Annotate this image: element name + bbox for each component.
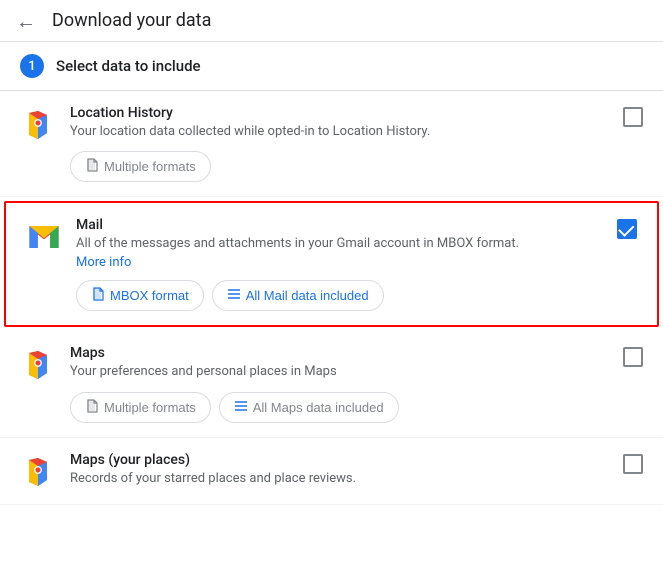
step-bar: 1 Select data to include xyxy=(0,42,663,91)
location-history-description: Your location data collected while opted… xyxy=(70,123,613,141)
maps-icon xyxy=(20,347,56,383)
maps-places-checkbox-area xyxy=(613,454,643,474)
mail-format-btn-0[interactable]: MBOX format xyxy=(76,280,204,311)
location-history-icon xyxy=(20,107,56,143)
location-history-btn-icon-0 xyxy=(85,158,99,175)
maps-format-btn-1[interactable]: All Maps data included xyxy=(219,392,399,423)
maps-btn-label-1: All Maps data included xyxy=(253,400,384,415)
location-history-format-buttons: Multiple formats xyxy=(70,151,613,182)
location-history-checkbox-area xyxy=(613,107,643,127)
mail-icon xyxy=(26,219,62,255)
maps-body: Maps Your preferences and personal places… xyxy=(70,345,613,422)
mail-btn-label-0: MBOX format xyxy=(110,288,189,303)
mail-btn-label-1: All Mail data included xyxy=(246,288,369,303)
data-item-location-history: Location History Your location data colle… xyxy=(0,91,663,197)
maps-checkbox[interactable] xyxy=(623,347,643,367)
maps-description: Your preferences and personal places in … xyxy=(70,363,613,381)
content: Location History Your location data colle… xyxy=(0,91,663,505)
header: ← Download your data xyxy=(0,0,663,42)
mail-btn-icon-0 xyxy=(91,287,105,304)
maps-format-buttons: Multiple formats All Maps data included xyxy=(70,392,613,423)
mail-more-info-link[interactable]: More info xyxy=(76,255,131,270)
step-number: 1 xyxy=(20,54,44,78)
mail-description: All of the messages and attachments in y… xyxy=(76,235,607,253)
maps-format-btn-0[interactable]: Multiple formats xyxy=(70,392,211,423)
maps-btn-label-0: Multiple formats xyxy=(104,400,196,415)
maps-btn-icon-1 xyxy=(234,399,248,416)
location-history-format-btn-0[interactable]: Multiple formats xyxy=(70,151,211,182)
page-title: Download your data xyxy=(52,10,211,31)
maps-checkbox-area xyxy=(613,347,643,367)
data-item-mail: Mail All of the messages and attachments … xyxy=(4,201,659,327)
maps-places-description: Records of your starred places and place… xyxy=(70,470,613,488)
mail-title: Mail xyxy=(76,217,607,233)
maps-places-icon xyxy=(20,454,56,490)
location-history-title: Location History xyxy=(70,105,613,121)
mail-body: Mail All of the messages and attachments … xyxy=(76,217,607,311)
maps-title: Maps xyxy=(70,345,613,361)
back-button[interactable]: ← xyxy=(16,11,36,31)
data-item-maps: Maps Your preferences and personal places… xyxy=(0,331,663,437)
maps-btn-icon-0 xyxy=(85,399,99,416)
location-history-checkbox[interactable] xyxy=(623,107,643,127)
mail-format-buttons: MBOX format All Mail data included xyxy=(76,280,607,311)
mail-format-btn-1[interactable]: All Mail data included xyxy=(212,280,384,311)
maps-places-title: Maps (your places) xyxy=(70,452,613,468)
mail-checkbox[interactable] xyxy=(617,219,637,239)
location-history-btn-label-0: Multiple formats xyxy=(104,159,196,174)
step-label: Select data to include xyxy=(56,57,201,75)
mail-checkbox-area xyxy=(607,219,637,239)
maps-places-checkbox[interactable] xyxy=(623,454,643,474)
location-history-body: Location History Your location data colle… xyxy=(70,105,613,182)
maps-places-body: Maps (your places) Records of your starre… xyxy=(70,452,613,488)
mail-btn-icon-1 xyxy=(227,287,241,304)
data-item-maps-places: Maps (your places) Records of your starre… xyxy=(0,438,663,505)
